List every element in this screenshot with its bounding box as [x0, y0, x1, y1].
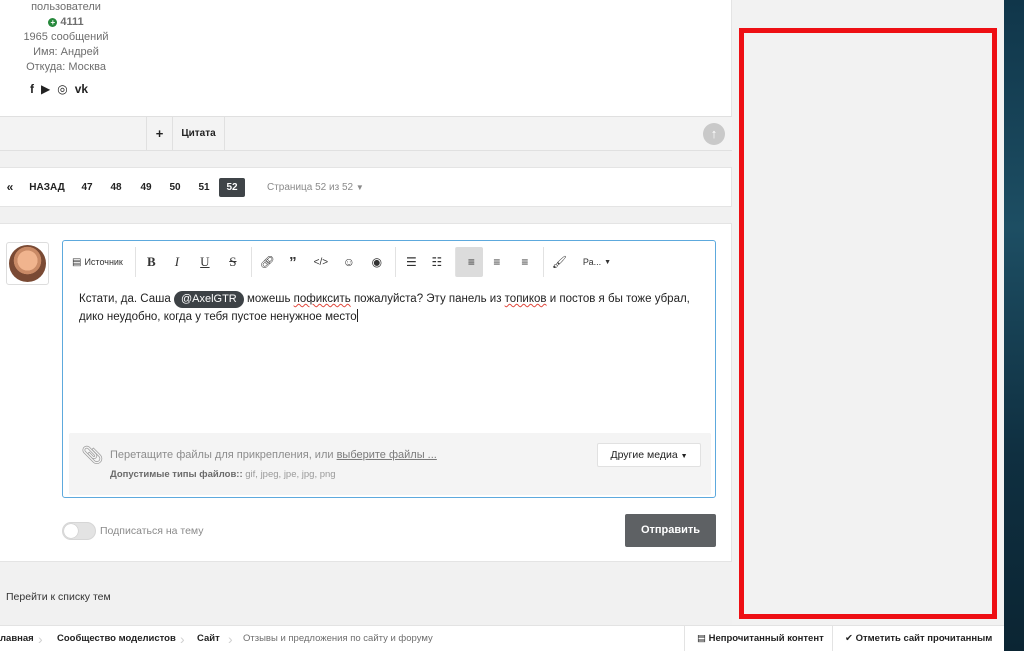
- chevron-right-icon: ›: [228, 631, 233, 647]
- toggle-knob: [64, 524, 78, 538]
- unread-content-link[interactable]: ▤ Непрочитанный контент: [684, 626, 824, 651]
- avatar: [6, 242, 49, 285]
- paperclip-icon: 📎︎: [81, 445, 104, 465]
- other-media-button[interactable]: Другие медиа ▼: [597, 443, 701, 467]
- pagination-prev-icon[interactable]: «: [4, 178, 16, 197]
- italic-button[interactable]: I: [163, 247, 191, 277]
- chevron-down-icon: ▼: [680, 453, 688, 460]
- pagination: « НАЗАД 47 48 49 50 51 52 Страница 52 из…: [0, 167, 732, 207]
- reputation-plus-icon: +: [48, 18, 58, 27]
- subscribe-toggle[interactable]: [62, 522, 96, 540]
- post-author-panel: пользователи + 4111 1965 сообщений Имя: …: [0, 0, 732, 116]
- editor-toolbar: ▤ Источник B I U S 🔗︎ ” </> ☺ ◉ ☰ ☷ ≡ ≡ …: [69, 246, 614, 278]
- author-name: Имя: Андрей: [33, 46, 99, 58]
- numbered-list-icon[interactable]: ☷: [423, 247, 451, 277]
- checkmark-icon: ✔: [845, 633, 853, 644]
- mark-site-read-link[interactable]: ✔ Отметить сайт прочитанным: [832, 626, 992, 651]
- misspelled-word: топиков: [504, 293, 547, 305]
- pagination-current-page[interactable]: 52: [219, 178, 245, 197]
- emoticon-icon[interactable]: ☺: [335, 247, 363, 277]
- avatar-photo: [9, 245, 46, 282]
- chevron-right-icon: ›: [180, 631, 185, 647]
- align-center-icon[interactable]: ≡: [483, 247, 511, 277]
- chevron-right-icon: ›: [38, 631, 43, 647]
- quote-icon[interactable]: ”: [279, 247, 307, 277]
- window-edge-background: [1004, 0, 1024, 651]
- facebook-icon[interactable]: f: [30, 82, 34, 96]
- spoiler-eye-icon[interactable]: ◉: [363, 247, 391, 277]
- scroll-top-icon[interactable]: ↑: [703, 123, 725, 145]
- author-location: Откуда: Москва: [26, 61, 106, 73]
- reply-form: ▤ Источник B I U S 🔗︎ ” </> ☺ ◉ ☰ ☷ ≡ ≡ …: [0, 223, 732, 562]
- align-right-icon[interactable]: ≡: [511, 247, 539, 277]
- link-icon[interactable]: 🔗︎: [250, 247, 279, 277]
- back-to-topic-list-link[interactable]: Перейти к списку тем: [6, 591, 111, 603]
- breadcrumb-item[interactable]: Сообщество моделистов: [57, 626, 176, 651]
- breadcrumb-item[interactable]: Отзывы и предложения по сайту и форуму: [243, 626, 433, 651]
- author-reputation[interactable]: + 4111: [0, 15, 132, 30]
- source-button[interactable]: ▤ Источник: [69, 247, 131, 277]
- align-left-icon[interactable]: ≡: [454, 247, 483, 277]
- pagination-page[interactable]: 50: [164, 178, 186, 197]
- vk-icon[interactable]: vk: [75, 82, 88, 96]
- author-post-count: 1965 сообщений: [23, 31, 109, 43]
- quote-button[interactable]: Цитата: [172, 117, 225, 150]
- editor-content[interactable]: Кстати, да. Саша @AxelGTR можешь пофикси…: [79, 290, 709, 326]
- brush-icon[interactable]: 🖌︎: [542, 247, 571, 277]
- strikethrough-button[interactable]: S: [219, 247, 247, 277]
- code-icon[interactable]: </>: [307, 247, 335, 277]
- breadcrumb-item[interactable]: Сайт: [197, 626, 220, 651]
- pagination-page[interactable]: 49: [135, 178, 157, 197]
- unread-icon: ▤: [697, 633, 706, 644]
- author-group: пользователи: [31, 1, 101, 13]
- user-mention[interactable]: @AxelGTR: [173, 291, 244, 308]
- choose-files-link[interactable]: выберите файлы ...: [337, 449, 437, 461]
- pagination-page[interactable]: 48: [105, 178, 127, 197]
- chevron-down-icon: ▼: [355, 183, 364, 192]
- bullet-list-icon[interactable]: ☰: [394, 247, 423, 277]
- format-size-dropdown[interactable]: Ра... ▼: [571, 247, 614, 277]
- pagination-page-of[interactable]: Страница 52 из 52 ▼: [267, 178, 364, 197]
- subscribe-label: Подписаться на тему: [100, 525, 204, 537]
- pagination-page[interactable]: 51: [193, 178, 215, 197]
- youtube-icon[interactable]: ▶: [41, 82, 50, 96]
- main-column: пользователи + 4111 1965 сообщений Имя: …: [0, 0, 732, 651]
- underline-button[interactable]: U: [191, 247, 219, 277]
- multiquote-button[interactable]: +: [146, 117, 172, 150]
- text-caret: [356, 309, 358, 322]
- bold-button[interactable]: B: [134, 247, 163, 277]
- misspelled-word: пофиксить: [293, 293, 351, 305]
- attachment-area[interactable]: 📎︎ Перетащите файлы для прикрепления, ил…: [69, 433, 711, 495]
- source-icon: ▤: [72, 256, 82, 268]
- send-button[interactable]: Отправить: [625, 514, 716, 547]
- breadcrumb: лавная › Сообщество моделистов › Сайт › …: [0, 625, 1004, 651]
- breadcrumb-item[interactable]: лавная: [0, 626, 34, 651]
- post-controls-bar: + Цитата ↑: [0, 116, 732, 151]
- pagination-page[interactable]: 47: [76, 178, 98, 197]
- attachment-drop-text: Перетащите файлы для прикрепления, или в…: [110, 449, 437, 461]
- highlighted-empty-panel: [739, 28, 997, 619]
- author-social-links: f ▶ ◎ vk: [30, 82, 88, 96]
- rich-text-editor: ▤ Источник B I U S 🔗︎ ” </> ☺ ◉ ☰ ☷ ≡ ≡ …: [62, 240, 716, 498]
- allowed-file-types: Допустимые типы файлов:: gif, jpeg, jpe,…: [110, 469, 336, 480]
- chevron-down-icon: ▼: [604, 258, 612, 266]
- instagram-icon[interactable]: ◎: [57, 82, 67, 96]
- pagination-back[interactable]: НАЗАД: [28, 178, 66, 197]
